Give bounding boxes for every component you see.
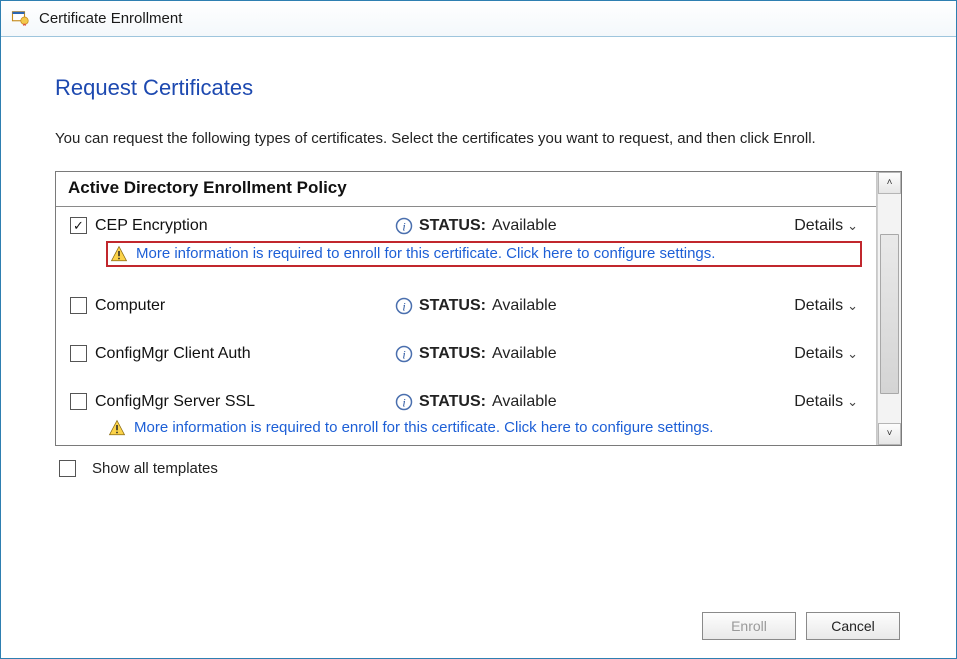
cert-name: ConfigMgr Server SSL (95, 393, 395, 411)
status-group: i STATUS: Available (395, 393, 794, 411)
cert-row-cep-encryption: CEP Encryption i STATUS: Available Detai… (56, 207, 876, 273)
content-area: Request Certificates You can request the… (1, 37, 956, 658)
cert-name: ConfigMgr Client Auth (95, 345, 395, 363)
status-group: i STATUS: Available (395, 297, 794, 315)
scrollbar[interactable]: ˄ ˅ (877, 172, 901, 445)
more-info-link[interactable]: More information is required to enroll f… (106, 241, 862, 267)
status-value: Available (492, 217, 557, 235)
svg-text:i: i (402, 299, 405, 313)
chevron-down-icon: ⌄ (847, 394, 858, 410)
policy-list: Active Directory Enrollment Policy CEP E… (56, 172, 877, 445)
status-label: STATUS: (419, 297, 486, 315)
cert-row-configmgr-client-auth: ConfigMgr Client Auth i STATUS: Availabl… (56, 335, 876, 369)
info-icon: i (395, 297, 413, 315)
details-toggle[interactable]: Details ⌄ (794, 297, 862, 315)
warning-icon (110, 245, 128, 263)
page-description: You can request the following types of c… (55, 129, 875, 149)
details-toggle[interactable]: Details ⌄ (794, 393, 862, 411)
status-value: Available (492, 393, 557, 411)
cert-checkbox[interactable] (70, 393, 87, 410)
page-heading: Request Certificates (55, 75, 902, 101)
window-title: Certificate Enrollment (39, 10, 182, 27)
footer-buttons: Enroll Cancel (55, 596, 902, 640)
info-icon: i (395, 393, 413, 411)
scroll-thumb[interactable] (880, 234, 899, 394)
svg-text:i: i (402, 395, 405, 409)
show-all-checkbox[interactable] (59, 460, 76, 477)
status-value: Available (492, 345, 557, 363)
status-label: STATUS: (419, 345, 486, 363)
info-icon: i (395, 345, 413, 363)
cancel-button[interactable]: Cancel (806, 612, 900, 640)
show-all-label: Show all templates (92, 460, 218, 477)
cert-name: Computer (95, 297, 395, 315)
cert-checkbox[interactable] (70, 345, 87, 362)
policy-header: Active Directory Enrollment Policy (56, 172, 876, 207)
cert-app-icon (11, 8, 29, 29)
cert-name: CEP Encryption (95, 217, 395, 235)
enroll-button[interactable]: Enroll (702, 612, 796, 640)
status-group: i STATUS: Available (395, 217, 794, 235)
info-icon: i (395, 217, 413, 235)
certificate-enrollment-window: Certificate Enrollment Request Certifica… (0, 0, 957, 659)
svg-text:i: i (402, 219, 405, 233)
details-toggle[interactable]: Details ⌄ (794, 217, 862, 235)
cert-row-configmgr-server-ssl: ConfigMgr Server SSL i STATUS: Available… (56, 383, 876, 445)
cert-checkbox[interactable] (70, 217, 87, 234)
cert-row-computer: Computer i STATUS: Available Details ⌄ (56, 287, 876, 321)
cert-checkbox[interactable] (70, 297, 87, 314)
show-all-templates-row: Show all templates (59, 460, 902, 477)
status-value: Available (492, 297, 557, 315)
more-info-link[interactable]: More information is required to enroll f… (106, 417, 862, 439)
details-toggle[interactable]: Details ⌄ (794, 345, 862, 363)
titlebar: Certificate Enrollment (1, 1, 956, 37)
scroll-up-button[interactable]: ˄ (878, 172, 901, 194)
scroll-track[interactable] (878, 194, 901, 423)
svg-text:i: i (402, 347, 405, 361)
policy-panel: Active Directory Enrollment Policy CEP E… (55, 171, 902, 446)
status-group: i STATUS: Available (395, 345, 794, 363)
status-label: STATUS: (419, 217, 486, 235)
chevron-down-icon: ⌄ (847, 218, 858, 234)
status-label: STATUS: (419, 393, 486, 411)
chevron-down-icon: ⌄ (847, 298, 858, 314)
warning-icon (108, 419, 126, 437)
scroll-down-button[interactable]: ˅ (878, 423, 901, 445)
chevron-down-icon: ⌄ (847, 346, 858, 362)
